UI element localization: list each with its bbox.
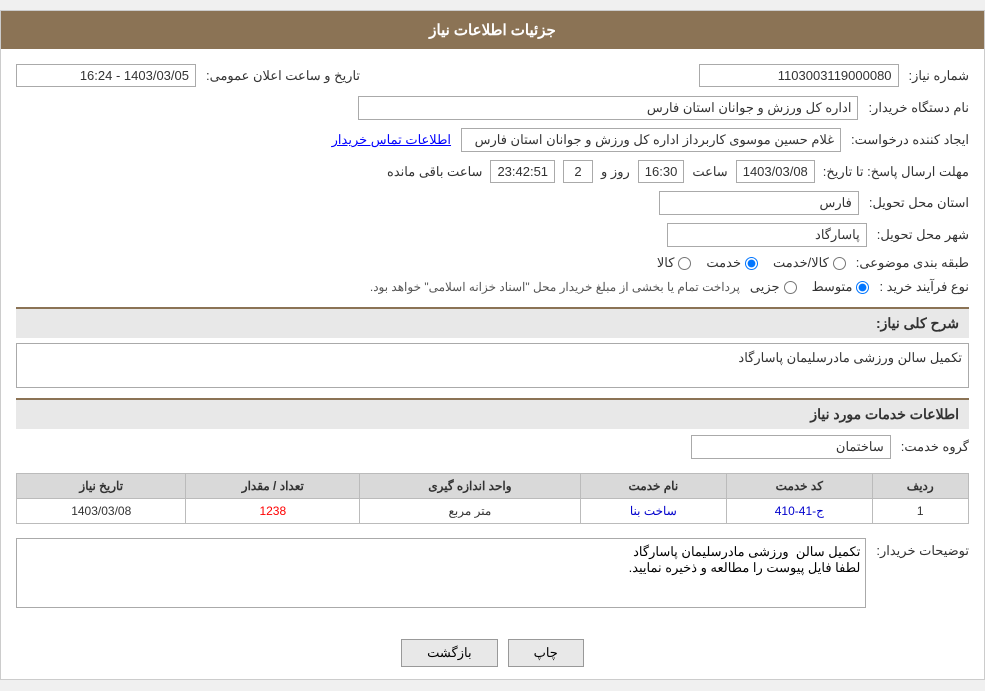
category-radio-group: کالا خدمت کالا/خدمت [657, 255, 846, 271]
buyer-org-value: اداره کل ورزش و جوانان استان فارس [358, 96, 858, 120]
row-quantity: 1238 [186, 499, 360, 524]
city-label: شهر محل تحویل: [877, 227, 969, 243]
service-group-value: ساختمان [691, 435, 891, 459]
services-section: اطلاعات خدمات مورد نیاز گروه خدمت: ساختم… [16, 398, 969, 524]
services-table-body: 1 ج-41-410 ساخت بنا متر مربع 1238 1403/0… [17, 499, 969, 524]
table-row: 1 ج-41-410 ساخت بنا متر مربع 1238 1403/0… [17, 499, 969, 524]
services-table-header-row: ردیف کد خدمت نام خدمت واحد اندازه گیری ت… [17, 474, 969, 499]
reply-date-value: 1403/03/08 [736, 160, 815, 183]
col-code: کد خدمت [727, 474, 872, 499]
reply-day-label: روز و [601, 164, 630, 180]
row-code: ج-41-410 [727, 499, 872, 524]
need-description-title: شرح کلی نیاز: [16, 307, 969, 338]
services-table: ردیف کد خدمت نام خدمت واحد اندازه گیری ت… [16, 473, 969, 524]
reply-time-label: ساعت [692, 164, 727, 180]
services-section-title: اطلاعات خدمات مورد نیاز [16, 398, 969, 429]
main-section: شماره نیاز: 1103003119000080 تاریخ و ساع… [1, 49, 984, 627]
announcement-date-value: 1403/03/05 - 16:24 [16, 64, 196, 87]
col-name: نام خدمت [580, 474, 727, 499]
requester-label: ایجاد کننده درخواست: [851, 132, 969, 148]
purchase-type-motavaset: متوسط [812, 279, 870, 295]
page-container: جزئیات اطلاعات نیاز شماره نیاز: 11030031… [0, 10, 985, 680]
row-date: 1403/03/08 [17, 499, 186, 524]
category-option-kala-khadmat: کالا/خدمت [773, 255, 846, 271]
reply-time-value: 16:30 [638, 160, 685, 183]
page-header: جزئیات اطلاعات نیاز [1, 11, 984, 49]
back-button[interactable]: بازگشت [401, 639, 497, 667]
page-title: جزئیات اطلاعات نیاز [429, 22, 556, 39]
col-date: تاریخ نیاز [17, 474, 186, 499]
need-number-label: شماره نیاز: [909, 68, 969, 84]
need-description-section: شرح کلی نیاز: تکمیل سالن ورزشی مادرسلیما… [16, 307, 969, 393]
purchase-type-radio-group: جزیی متوسط [750, 279, 870, 295]
buyer-description-section: توضیحات خریدار: تکمیل سالن ورزشی مادرسلی… [16, 532, 969, 617]
buyer-description-label: توضیحات خریدار: [876, 538, 969, 559]
row-number: 1 [872, 499, 969, 524]
services-table-header: ردیف کد خدمت نام خدمت واحد اندازه گیری ت… [17, 474, 969, 499]
purchase-type-note: پرداخت تمام یا بخشی از مبلغ خریدار محل "… [370, 280, 740, 294]
reply-deadline-label: مهلت ارسال پاسخ: تا تاریخ: [823, 164, 969, 180]
reply-countdown-label: ساعت باقی مانده [387, 164, 482, 180]
col-unit: واحد اندازه گیری [360, 474, 580, 499]
need-description-label: شرح کلی نیاز: [876, 315, 959, 331]
print-button[interactable]: چاپ [508, 639, 584, 667]
service-group-label: گروه خدمت: [901, 439, 969, 455]
city-value: پاسارگاد [667, 223, 867, 247]
reply-countdown-value: 23:42:51 [490, 160, 555, 183]
col-quantity: تعداد / مقدار [186, 474, 360, 499]
province-label: استان محل تحویل: [869, 195, 969, 211]
buyer-description-textarea[interactable]: تکمیل سالن ورزشی مادرسلیمان پاسارگاد لطف… [16, 538, 866, 608]
button-row: بازگشت چاپ [1, 627, 984, 679]
category-option-khadmat: خدمت [706, 255, 758, 271]
requester-value: غلام حسین موسوی کاربرداز اداره کل ورزش و… [461, 128, 841, 152]
contact-link[interactable]: اطلاعات تماس خریدار [332, 132, 451, 148]
need-number-value: 1103003119000080 [699, 64, 899, 87]
row-unit: متر مربع [360, 499, 580, 524]
col-row: ردیف [872, 474, 969, 499]
province-value: فارس [659, 191, 859, 215]
purchase-type-jozi: جزیی [750, 279, 797, 295]
category-label: طبقه بندی موضوعی: [856, 255, 969, 271]
row-service-name: ساخت بنا [580, 499, 727, 524]
need-description-value: تکمیل سالن ورزشی مادرسلیمان پاسارگاد [16, 343, 969, 388]
announcement-date-label: تاریخ و ساعت اعلان عمومی: [206, 68, 360, 84]
reply-day-value: 2 [563, 160, 593, 183]
category-option-kala: کالا [657, 255, 692, 271]
purchase-type-label: نوع فرآیند خرید : [879, 279, 969, 295]
buyer-org-label: نام دستگاه خریدار: [868, 100, 969, 116]
